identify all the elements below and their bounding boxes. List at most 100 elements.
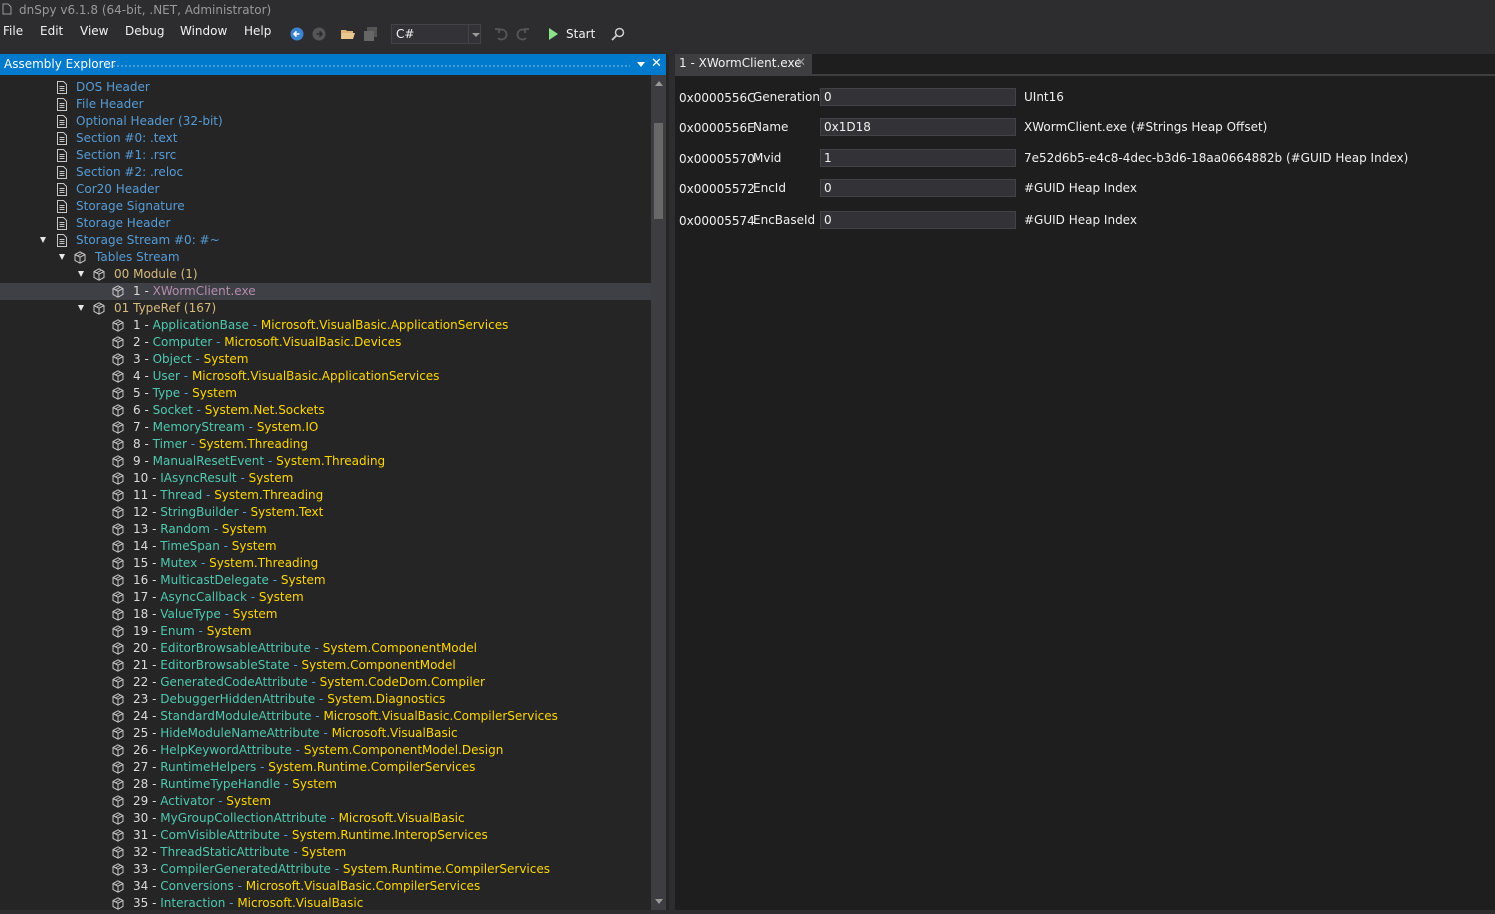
tree-item-header[interactable]: Section #2: .reloc — [0, 164, 651, 181]
tree-label: 34 - Conversions - Microsoft.VisualBasic… — [133, 879, 481, 893]
tree-item-typeref[interactable]: 17 - AsyncCallback - System — [0, 589, 651, 606]
tree-label: 1 - XWormClient.exe — [133, 284, 256, 298]
tree-item-typeref[interactable]: 35 - Interaction - Microsoft.VisualBasic — [0, 895, 651, 912]
tree-item-typeref[interactable]: 18 - ValueType - System — [0, 606, 651, 623]
tree-item-typeref[interactable]: 29 - Activator - System — [0, 793, 651, 810]
tree-item-typeref[interactable]: 5 - Type - System — [0, 385, 651, 402]
tree-item-module-entry[interactable]: 1 - XWormClient.exe — [0, 283, 651, 300]
tree-label: 9 - ManualResetEvent - System.Threading — [133, 454, 386, 468]
start-debugging-button[interactable]: Start — [546, 24, 598, 44]
scroll-thumb[interactable] — [654, 123, 663, 219]
tree-item-typeref[interactable]: 19 - Enum - System — [0, 623, 651, 640]
scroll-up-icon[interactable] — [655, 81, 663, 86]
row-number: 2 - — [133, 335, 149, 349]
tree-item-header[interactable]: Cor20 Header — [0, 181, 651, 198]
tree-item-typeref[interactable]: 23 - DebuggerHiddenAttribute - System.Di… — [0, 691, 651, 708]
language-value: C# — [396, 27, 415, 41]
tree-label: 29 - Activator - System — [133, 794, 272, 808]
tree-item-header[interactable]: Optional Header (32-bit) — [0, 113, 651, 130]
tree-item-typeref[interactable]: 10 - IAsyncResult - System — [0, 470, 651, 487]
tree-item-header[interactable]: File Header — [0, 96, 651, 113]
menu-edit[interactable]: Edit — [40, 24, 63, 38]
menu-help[interactable]: Help — [244, 24, 271, 38]
scroll-down-icon[interactable] — [655, 899, 663, 904]
menu-debug[interactable]: Debug — [125, 24, 164, 38]
field-value-input[interactable] — [820, 179, 1016, 197]
row-number: 24 - — [133, 709, 157, 723]
tree-item-typeref[interactable]: 32 - ThreadStaticAttribute - System — [0, 844, 651, 861]
tree-item-header[interactable]: Section #1: .rsrc — [0, 147, 651, 164]
tree-item-typeref[interactable]: 33 - CompilerGeneratedAttribute - System… — [0, 861, 651, 878]
tree-item-typeref[interactable]: 25 - HideModuleNameAttribute - Microsoft… — [0, 725, 651, 742]
tree-item-typeref[interactable]: 21 - EditorBrowsableState - System.Compo… — [0, 657, 651, 674]
save-all-icon[interactable] — [363, 26, 379, 42]
language-select[interactable]: C# — [391, 24, 481, 44]
tree-item-typeref[interactable]: 16 - MulticastDelegate - System — [0, 572, 651, 589]
panel-menu-chevron-icon[interactable] — [637, 62, 645, 67]
tree-item-typeref[interactable]: 24 - StandardModuleAttribute - Microsoft… — [0, 708, 651, 725]
tree-item-typeref[interactable]: 31 - ComVisibleAttribute - System.Runtim… — [0, 827, 651, 844]
tree-item-header[interactable]: Section #0: .text — [0, 130, 651, 147]
tree-item-typeref[interactable]: 11 - Thread - System.Threading — [0, 487, 651, 504]
namespace: System.Net.Sockets — [204, 403, 325, 417]
document-tab-label: 1 - XWormClient.exe — [679, 56, 802, 70]
open-folder-icon[interactable] — [340, 26, 356, 42]
menu-window[interactable]: Window — [180, 24, 227, 38]
tree-item-module-table[interactable]: 00 Module (1) — [0, 266, 651, 283]
tree-item-typeref[interactable]: 30 - MyGroupCollectionAttribute - Micros… — [0, 810, 651, 827]
field-value-input[interactable] — [820, 149, 1016, 167]
chevron-down-icon[interactable] — [472, 33, 480, 37]
tree-item-tables-stream[interactable]: Tables Stream — [0, 249, 651, 266]
tree-item-typeref[interactable]: 12 - StringBuilder - System.Text — [0, 504, 651, 521]
tree-item-typeref[interactable]: 34 - Conversions - Microsoft.VisualBasic… — [0, 878, 651, 895]
type-name: Computer — [152, 335, 213, 349]
tree-item-typeref[interactable]: 1 - ApplicationBase - Microsoft.VisualBa… — [0, 317, 651, 334]
tree-item-typeref[interactable]: 14 - TimeSpan - System — [0, 538, 651, 555]
namespace: System — [301, 845, 347, 859]
field-value-input[interactable] — [820, 88, 1016, 106]
document-tab[interactable]: 1 - XWormClient.exe ✕ — [675, 54, 812, 74]
field-value-input[interactable] — [820, 118, 1016, 136]
tree-item-typeref[interactable]: 22 - GeneratedCodeAttribute - System.Cod… — [0, 674, 651, 691]
type-name: ValueType — [160, 607, 221, 621]
tree-item-header[interactable]: Storage Header — [0, 215, 651, 232]
file-header-icon — [56, 98, 68, 111]
expand-arrow-icon[interactable] — [78, 271, 84, 277]
menu-view[interactable]: View — [80, 24, 108, 38]
menu-file[interactable]: File — [3, 24, 23, 38]
tree-item-header[interactable]: Storage Stream #0: #~ — [0, 232, 651, 249]
tree-item-typeref[interactable]: 9 - ManualResetEvent - System.Threading — [0, 453, 651, 470]
expand-arrow-icon[interactable] — [59, 254, 65, 260]
tree-item-typeref[interactable]: 26 - HelpKeywordAttribute - System.Compo… — [0, 742, 651, 759]
tree-item-typeref[interactable]: 28 - RuntimeTypeHandle - System — [0, 776, 651, 793]
tree-item-typeref[interactable]: 15 - Mutex - System.Threading — [0, 555, 651, 572]
tree-item-typeref[interactable]: 6 - Socket - System.Net.Sockets — [0, 402, 651, 419]
header-label: Section #0: .text — [76, 131, 178, 145]
tree-label: Section #2: .reloc — [76, 165, 183, 179]
navigate-back-icon[interactable] — [289, 26, 305, 42]
tree-item-header[interactable]: Storage Signature — [0, 198, 651, 215]
tree-item-typeref[interactable]: 20 - EditorBrowsableAttribute - System.C… — [0, 640, 651, 657]
expand-arrow-icon[interactable] — [78, 305, 84, 311]
tree-item-typeref[interactable]: 8 - Timer - System.Threading — [0, 436, 651, 453]
row-number: 35 - — [133, 896, 157, 910]
namespace: System — [248, 471, 294, 485]
tab-close-icon[interactable]: ✕ — [796, 55, 806, 69]
tree-item-typeref[interactable]: 13 - Random - System — [0, 521, 651, 538]
navigate-forward-icon[interactable] — [311, 26, 327, 42]
table-icon — [112, 319, 124, 332]
tree-item-typeref[interactable]: 2 - Computer - Microsoft.VisualBasic.Dev… — [0, 334, 651, 351]
tree-item-header[interactable]: DOS Header — [0, 79, 651, 96]
close-icon[interactable]: ✕ — [651, 56, 662, 72]
tree-item-typeref[interactable]: 4 - User - Microsoft.VisualBasic.Applica… — [0, 368, 651, 385]
expand-arrow-icon[interactable] — [40, 237, 46, 243]
redo-icon[interactable] — [515, 26, 531, 42]
search-icon[interactable] — [610, 26, 626, 42]
tree-item-typeref[interactable]: 3 - Object - System — [0, 351, 651, 368]
tree-item-typeref[interactable]: 27 - RuntimeHelpers - System.Runtime.Com… — [0, 759, 651, 776]
field-value-input[interactable] — [820, 211, 1016, 229]
tree-scrollbar[interactable] — [651, 75, 666, 910]
undo-icon[interactable] — [493, 26, 509, 42]
tree-item-typeref-table[interactable]: 01 TypeRef (167) — [0, 300, 651, 317]
tree-item-typeref[interactable]: 7 - MemoryStream - System.IO — [0, 419, 651, 436]
